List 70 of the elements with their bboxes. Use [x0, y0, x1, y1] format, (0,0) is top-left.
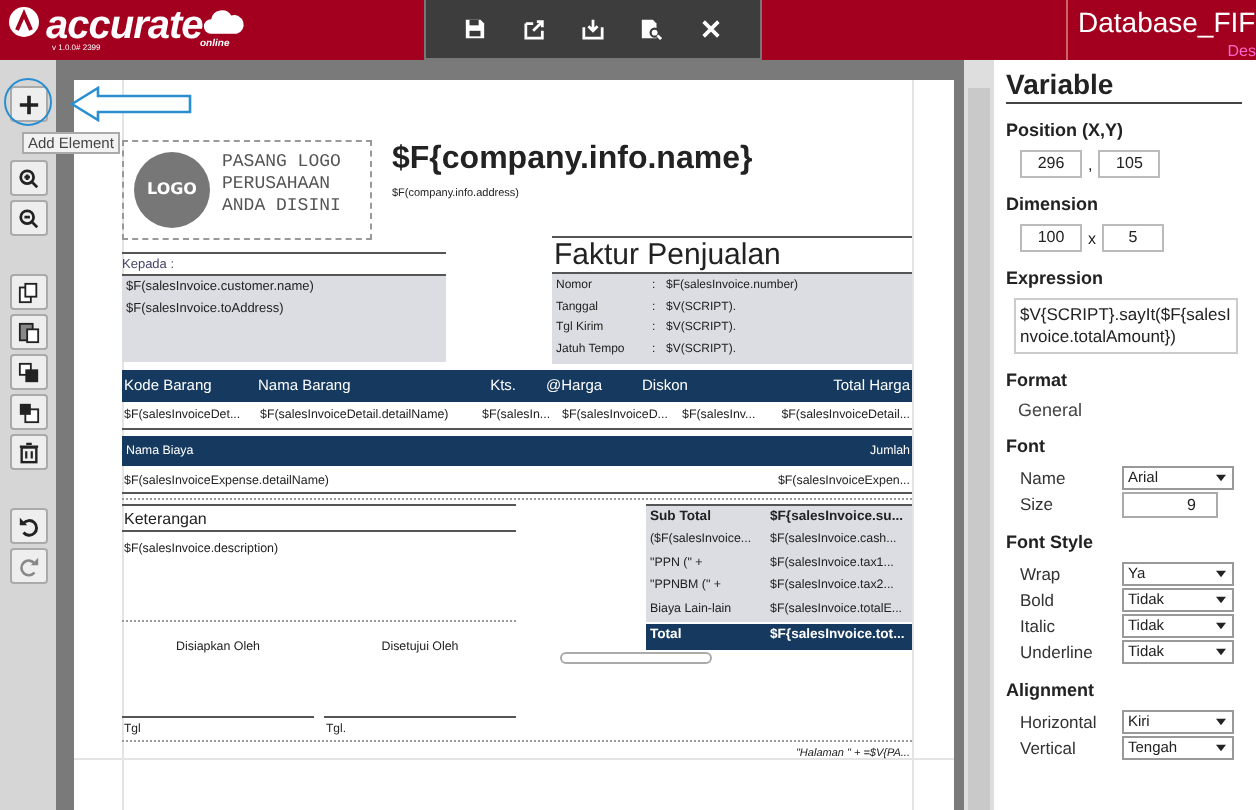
plus-icon [17, 93, 39, 115]
number-field[interactable]: 105 [1098, 150, 1161, 178]
expression-field[interactable]: $V{SCRIPT}.sayIt($F{salesInvoice.totalAmount}) [1014, 298, 1238, 354]
section-heading: Format [1006, 370, 1070, 392]
zoom-out-icon [17, 207, 39, 229]
panel-title: Variable [1006, 68, 1242, 104]
field-label: Wrap [1020, 564, 1063, 584]
bring-front-icon [17, 361, 39, 383]
trash-icon [17, 441, 39, 463]
caret-icon [1216, 648, 1226, 656]
send-back-icon [17, 401, 39, 423]
caret-icon [1216, 622, 1226, 630]
undo-icon [17, 515, 39, 537]
logo-hint-text: ANDA DISINI [222, 196, 341, 218]
section-heading: Dimension [1006, 194, 1101, 216]
preview-icon [640, 18, 663, 40]
zoom-out-button[interactable] [9, 200, 47, 236]
zoom-in-icon [17, 167, 39, 189]
copy-button[interactable] [9, 274, 47, 310]
delete-button[interactable] [9, 434, 47, 470]
caret-icon [1216, 744, 1226, 752]
invoice-title: Faktur Penjualan [554, 240, 781, 272]
format-value: General [1016, 400, 1085, 420]
add-button[interactable] [9, 86, 47, 122]
section-heading: Position (X,Y) [1006, 120, 1125, 142]
export-button[interactable] [519, 14, 550, 44]
number-field[interactable]: 100 [1020, 224, 1082, 252]
logo-hint-text: PASANG LOGO [222, 152, 341, 174]
caret-icon [1216, 570, 1226, 578]
number-field[interactable]: 5 [1102, 224, 1164, 252]
caret-icon [1216, 596, 1226, 604]
field-label: Horizontal [1020, 712, 1099, 732]
field-label: Size [1020, 494, 1056, 514]
download-icon [581, 18, 604, 40]
import-button[interactable] [577, 14, 608, 44]
user-name: Des [1227, 44, 1256, 60]
field-label: Name [1020, 468, 1068, 488]
redo-icon [17, 555, 39, 577]
notes-label: Keterangan [124, 510, 207, 528]
paste-icon [17, 321, 39, 343]
section-heading: Expression [1006, 268, 1106, 290]
number-field[interactable]: 296 [1020, 150, 1082, 178]
front-button[interactable] [9, 354, 47, 390]
section-heading: Font [1006, 436, 1047, 458]
field-label: Vertical [1020, 738, 1078, 758]
zoom-in-button[interactable] [9, 160, 47, 196]
caret-icon [1216, 474, 1226, 482]
field-label: Bold [1020, 590, 1057, 610]
preview-button[interactable] [636, 14, 667, 44]
field-label: Underline [1020, 642, 1095, 662]
size-field[interactable]: 9 [1122, 491, 1218, 517]
section-heading: Alignment [1006, 680, 1096, 702]
logo-badge: LOGO [134, 152, 210, 228]
logo-icon [8, 6, 40, 38]
paste-button[interactable] [9, 314, 47, 350]
undo-button[interactable] [9, 508, 47, 544]
company-name: $F{company.info.name} [392, 142, 753, 178]
cloud-icon [202, 6, 247, 36]
separator-label: x [1088, 229, 1096, 247]
close-icon [699, 18, 722, 40]
export-icon [523, 18, 546, 40]
field-label: Italic [1020, 616, 1057, 636]
database-name: Database_FIF [1078, 6, 1256, 38]
copy-icon [17, 281, 39, 303]
save-icon [464, 18, 487, 40]
caret-icon [1216, 718, 1226, 726]
logo-hint-text: PERUSAHAAN [222, 174, 331, 196]
back-button[interactable] [9, 394, 47, 430]
separator-label: , [1088, 155, 1093, 173]
section-heading: Font Style [1006, 532, 1096, 554]
